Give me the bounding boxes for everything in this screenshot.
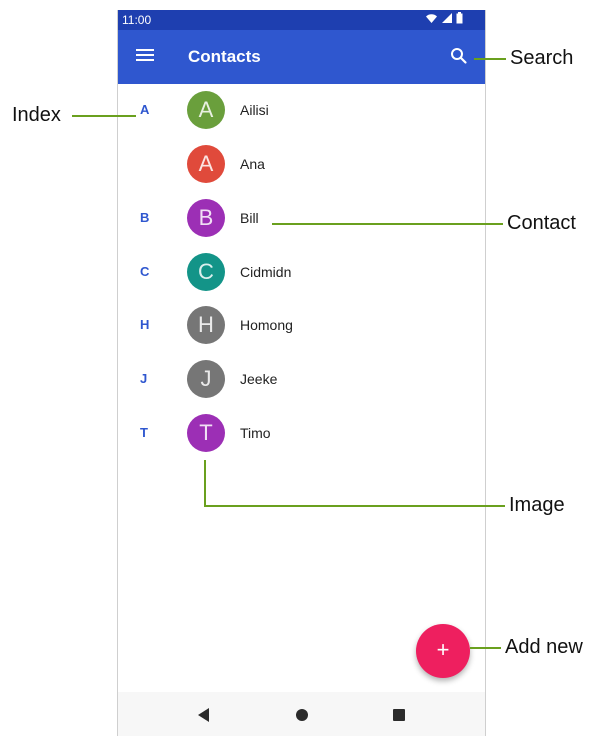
contact-name: Homong bbox=[240, 317, 293, 333]
index-letter: C bbox=[140, 264, 150, 279]
callout-search: Search bbox=[510, 47, 574, 69]
navigation-bar bbox=[118, 692, 485, 736]
app-title: Contacts bbox=[188, 47, 261, 66]
callout-index: Index bbox=[12, 104, 61, 126]
contact-name: Cidmidn bbox=[240, 264, 292, 280]
callout-add-new: Add new bbox=[505, 636, 583, 658]
app-bar: Contacts bbox=[118, 30, 485, 84]
contact-name: Bill bbox=[240, 210, 259, 226]
signal-icon bbox=[442, 13, 452, 23]
callout-add-new-line bbox=[470, 647, 501, 649]
callout-contact-line bbox=[272, 223, 503, 225]
status-time: 11:00 bbox=[122, 13, 152, 27]
avatar: T bbox=[187, 414, 225, 452]
index-letter: H bbox=[140, 317, 150, 332]
callout-contact: Contact bbox=[507, 212, 576, 234]
search-icon[interactable] bbox=[447, 44, 471, 68]
add-contact-button[interactable]: + bbox=[416, 624, 470, 678]
contact-name: Ailisi bbox=[240, 102, 269, 118]
callout-image: Image bbox=[509, 494, 565, 516]
avatar: C bbox=[187, 253, 225, 291]
recents-icon[interactable] bbox=[393, 709, 405, 721]
status-icons bbox=[425, 12, 463, 24]
avatar: H bbox=[187, 306, 225, 344]
home-icon[interactable] bbox=[296, 709, 308, 721]
avatar: A bbox=[187, 145, 225, 183]
avatar: A bbox=[187, 91, 225, 129]
callout-image-line-vertical bbox=[204, 460, 206, 507]
contact-name: Jeeke bbox=[240, 371, 278, 387]
contact-row-cidmidn[interactable]: C C Cidmidn bbox=[118, 246, 485, 300]
contact-row-timo[interactable]: T T Timo bbox=[118, 407, 485, 461]
contact-row-ailisi[interactable]: A A Ailisi bbox=[118, 84, 485, 138]
menu-icon[interactable] bbox=[134, 46, 156, 68]
contact-row-ana[interactable]: A Ana bbox=[118, 138, 485, 192]
battery-icon bbox=[456, 12, 463, 24]
contact-name: Ana bbox=[240, 156, 265, 172]
status-bar: 11:00 bbox=[118, 10, 485, 30]
callout-search-line bbox=[474, 58, 506, 60]
contact-row-bill[interactable]: B B Bill bbox=[118, 192, 485, 246]
phone-screen: 11:00 Contacts A A Ailisi A Ana B B Bill… bbox=[117, 10, 486, 736]
contact-row-homong[interactable]: H H Homong bbox=[118, 299, 485, 353]
back-icon[interactable] bbox=[198, 708, 209, 722]
avatar: B bbox=[187, 199, 225, 237]
callout-image-line-horizontal bbox=[204, 505, 505, 507]
contact-row-jeeke[interactable]: J J Jeeke bbox=[118, 353, 485, 407]
index-letter: T bbox=[140, 425, 148, 440]
callout-index-line bbox=[72, 115, 136, 117]
index-letter: B bbox=[140, 210, 150, 225]
index-letter: J bbox=[140, 371, 148, 386]
plus-icon: + bbox=[436, 637, 450, 662]
wifi-icon bbox=[426, 14, 437, 23]
index-letter: A bbox=[140, 102, 150, 117]
contact-name: Timo bbox=[240, 425, 271, 441]
avatar: J bbox=[187, 360, 225, 398]
